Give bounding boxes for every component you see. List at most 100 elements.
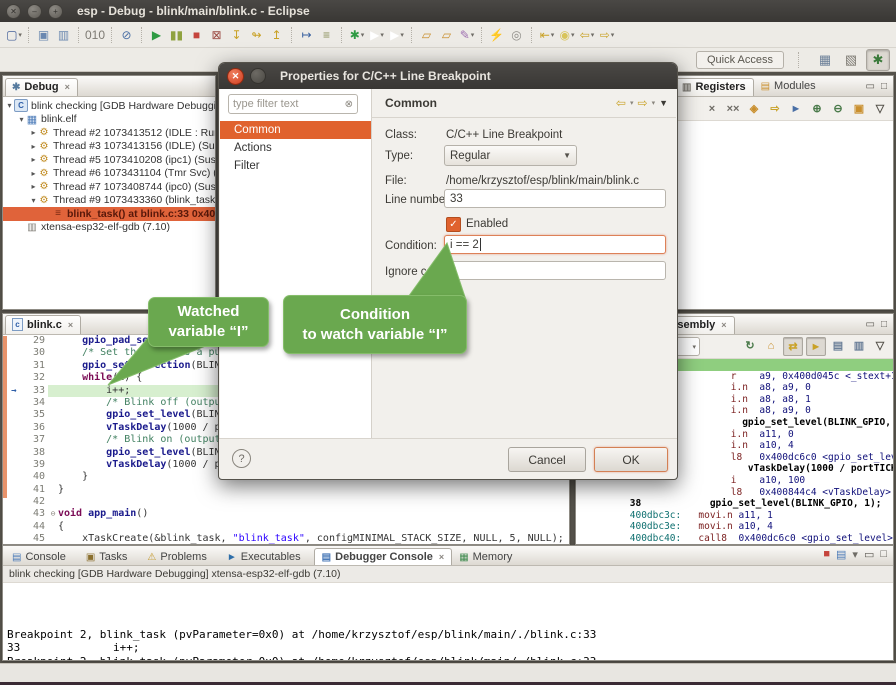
debug-tree-row[interactable]: ▾ ▦ blink.elf bbox=[3, 113, 215, 127]
debug-icon[interactable]: ✱▾ bbox=[348, 25, 366, 45]
dialog-section-item[interactable]: Filter bbox=[220, 157, 371, 175]
console-tab[interactable]: ⚠ Problems bbox=[140, 549, 219, 565]
forward-icon[interactable]: ⇨ bbox=[638, 96, 648, 110]
fold-marker-icon[interactable] bbox=[48, 335, 58, 347]
terminate-icon[interactable]: ■ bbox=[823, 548, 830, 561]
tab-close-icon[interactable]: × bbox=[439, 552, 444, 562]
instruction-pointer-icon[interactable] bbox=[7, 533, 21, 545]
instruction-pointer-icon[interactable]: → bbox=[7, 385, 21, 397]
fold-marker-icon[interactable] bbox=[48, 372, 58, 384]
instruction-pointer-icon[interactable] bbox=[7, 471, 21, 483]
open-folder-icon[interactable]: ▱ bbox=[418, 25, 436, 45]
code-line[interactable]: 43 ⊖ void app_main() bbox=[7, 508, 569, 520]
condition-input[interactable]: i == 2 bbox=[444, 235, 666, 254]
line-number-input[interactable]: 33 bbox=[444, 189, 666, 208]
maximize-icon[interactable]: □ bbox=[881, 81, 887, 92]
separator[interactable] bbox=[111, 27, 113, 43]
external-tools-icon[interactable]: ▶▾ bbox=[388, 25, 406, 45]
filter-input[interactable]: type filter text ⊗ bbox=[228, 94, 358, 114]
debug-tree-row[interactable]: ▾ C blink checking [GDB Hardware Debuggi… bbox=[3, 99, 215, 113]
tree-expander-icon[interactable]: ▸ bbox=[29, 142, 38, 151]
dialog-section-item[interactable]: Actions bbox=[220, 139, 371, 157]
code-line[interactable]: 45 xTaskCreate(&blink_task, "blink_task"… bbox=[7, 533, 569, 545]
debug-tree-row[interactable]: ▸ ⚙ Thread #2 1073413512 (IDLE : Running… bbox=[3, 126, 215, 140]
separator[interactable] bbox=[78, 27, 80, 43]
separator[interactable] bbox=[291, 27, 293, 43]
debug-tree-row[interactable]: ≡ blink_task() at blink.c:33 0x400dbc bbox=[3, 207, 215, 221]
pencil-icon[interactable]: ✎▾ bbox=[458, 25, 476, 45]
debug-tree-row[interactable]: ▸ ⚙ Thread #7 1073408744 (ipc0) (Suspend… bbox=[3, 180, 215, 194]
instruction-pointer-icon[interactable] bbox=[7, 360, 21, 372]
tab-close-icon[interactable]: × bbox=[65, 82, 70, 92]
fold-marker-icon[interactable] bbox=[48, 397, 58, 409]
fold-marker-icon[interactable] bbox=[48, 434, 58, 446]
fold-marker-icon[interactable] bbox=[48, 360, 58, 372]
skip-breakpoints-icon[interactable]: ⊘ bbox=[118, 25, 136, 45]
minimize-icon[interactable]: ▭ bbox=[864, 548, 874, 561]
debug-tree-row[interactable]: ▸ ⚙ Thread #6 1073431104 (Tmr Svc) (Susp… bbox=[3, 167, 215, 181]
maximize-icon[interactable]: □ bbox=[881, 319, 887, 330]
fold-marker-icon[interactable] bbox=[48, 422, 58, 434]
tree-expander-icon[interactable]: ▸ bbox=[29, 169, 38, 178]
separator[interactable] bbox=[481, 27, 483, 43]
cancel-button[interactable]: Cancel bbox=[508, 447, 586, 472]
instruction-pointer-icon[interactable] bbox=[7, 434, 21, 446]
tree-expander-icon[interactable]: ▾ bbox=[5, 101, 14, 110]
save-all-icon[interactable]: ▥ bbox=[55, 25, 73, 45]
run-icon[interactable]: ▶▾ bbox=[368, 25, 386, 45]
fold-marker-icon[interactable] bbox=[48, 521, 58, 533]
expand-icon[interactable]: ⊕ bbox=[808, 100, 826, 117]
code-line[interactable]: 42 bbox=[7, 496, 569, 508]
separator[interactable] bbox=[341, 27, 343, 43]
instruction-pointer-icon[interactable] bbox=[7, 335, 21, 347]
maximize-icon[interactable]: □ bbox=[880, 548, 887, 561]
step-return-icon[interactable]: ↥ bbox=[268, 25, 286, 45]
instruction-pointer-icon[interactable] bbox=[7, 447, 21, 459]
fold-marker-icon[interactable] bbox=[48, 409, 58, 421]
layout-icon[interactable]: ▤ bbox=[829, 337, 847, 354]
tree-expander-icon[interactable]: ▾ bbox=[29, 196, 38, 205]
instruction-pointer-icon[interactable] bbox=[7, 521, 21, 533]
console-tab[interactable]: ▤ Console bbox=[5, 549, 79, 565]
dialog-section-item[interactable]: Common bbox=[220, 121, 371, 139]
window-minimize-button[interactable]: – bbox=[27, 4, 42, 19]
save-icon[interactable]: ▣ bbox=[35, 25, 53, 45]
step-instruction-icon[interactable]: ↦ bbox=[298, 25, 316, 45]
restore-icon[interactable]: ▣ bbox=[850, 100, 868, 117]
binary-icon[interactable]: 010 bbox=[85, 25, 106, 45]
instruction-pointer-icon[interactable] bbox=[7, 397, 21, 409]
type-combo[interactable]: Regular ▼ bbox=[444, 145, 577, 166]
quick-access-button[interactable]: Quick Access bbox=[696, 51, 784, 69]
enabled-checkbox[interactable]: ✓ bbox=[446, 217, 461, 232]
tree-expander-icon[interactable]: ▸ bbox=[29, 128, 38, 137]
combo-dropdown-icon[interactable]: ▾ bbox=[692, 343, 696, 351]
sync-icon[interactable]: ⇄ bbox=[783, 337, 803, 356]
remove-all-register-groups-icon[interactable]: ×× bbox=[724, 100, 742, 117]
new-icon[interactable]: ▢▾ bbox=[5, 25, 23, 45]
cpp-perspective-icon[interactable]: ▧ bbox=[840, 50, 862, 70]
debug-tree-row[interactable]: ▥ xtensa-esp32-elf-gdb (7.10) bbox=[3, 221, 215, 235]
fold-marker-icon[interactable] bbox=[48, 484, 58, 496]
tab-close-icon[interactable]: × bbox=[68, 320, 73, 330]
separator[interactable] bbox=[411, 27, 413, 43]
tab-debug[interactable]: ✱ Debug × bbox=[5, 78, 78, 96]
console-output[interactable]: Breakpoint 2, blink_task (pvParameter=0x… bbox=[3, 583, 893, 661]
instruction-pointer-icon[interactable] bbox=[7, 347, 21, 359]
last-edit-icon[interactable]: ⇤▾ bbox=[538, 25, 556, 45]
back-icon[interactable]: ⇦ bbox=[616, 96, 626, 110]
view-menu-icon[interactable]: ▽ bbox=[871, 337, 889, 354]
bulb-icon[interactable]: ◉▾ bbox=[558, 25, 576, 45]
fold-marker-icon[interactable] bbox=[48, 496, 58, 508]
tree-expander-icon[interactable]: ▸ bbox=[29, 155, 38, 164]
minimize-icon[interactable]: ▭ bbox=[866, 81, 875, 92]
open-project-icon[interactable]: ▱ bbox=[438, 25, 456, 45]
dialog-close-button[interactable]: ✕ bbox=[227, 68, 244, 85]
code-line[interactable]: 44 { bbox=[7, 521, 569, 533]
debug-tree-row[interactable]: ▸ ⚙ Thread #3 1073413156 (IDLE) (Suspend… bbox=[3, 140, 215, 154]
code-line[interactable]: 41 } bbox=[7, 484, 569, 496]
instruction-pointer-icon[interactable] bbox=[7, 422, 21, 434]
ignore-count-input[interactable]: 0 bbox=[444, 261, 666, 280]
instruction-pointer-icon[interactable] bbox=[7, 409, 21, 421]
window-close-button[interactable]: ✕ bbox=[6, 4, 21, 19]
fold-marker-icon[interactable]: ⊖ bbox=[48, 508, 58, 520]
